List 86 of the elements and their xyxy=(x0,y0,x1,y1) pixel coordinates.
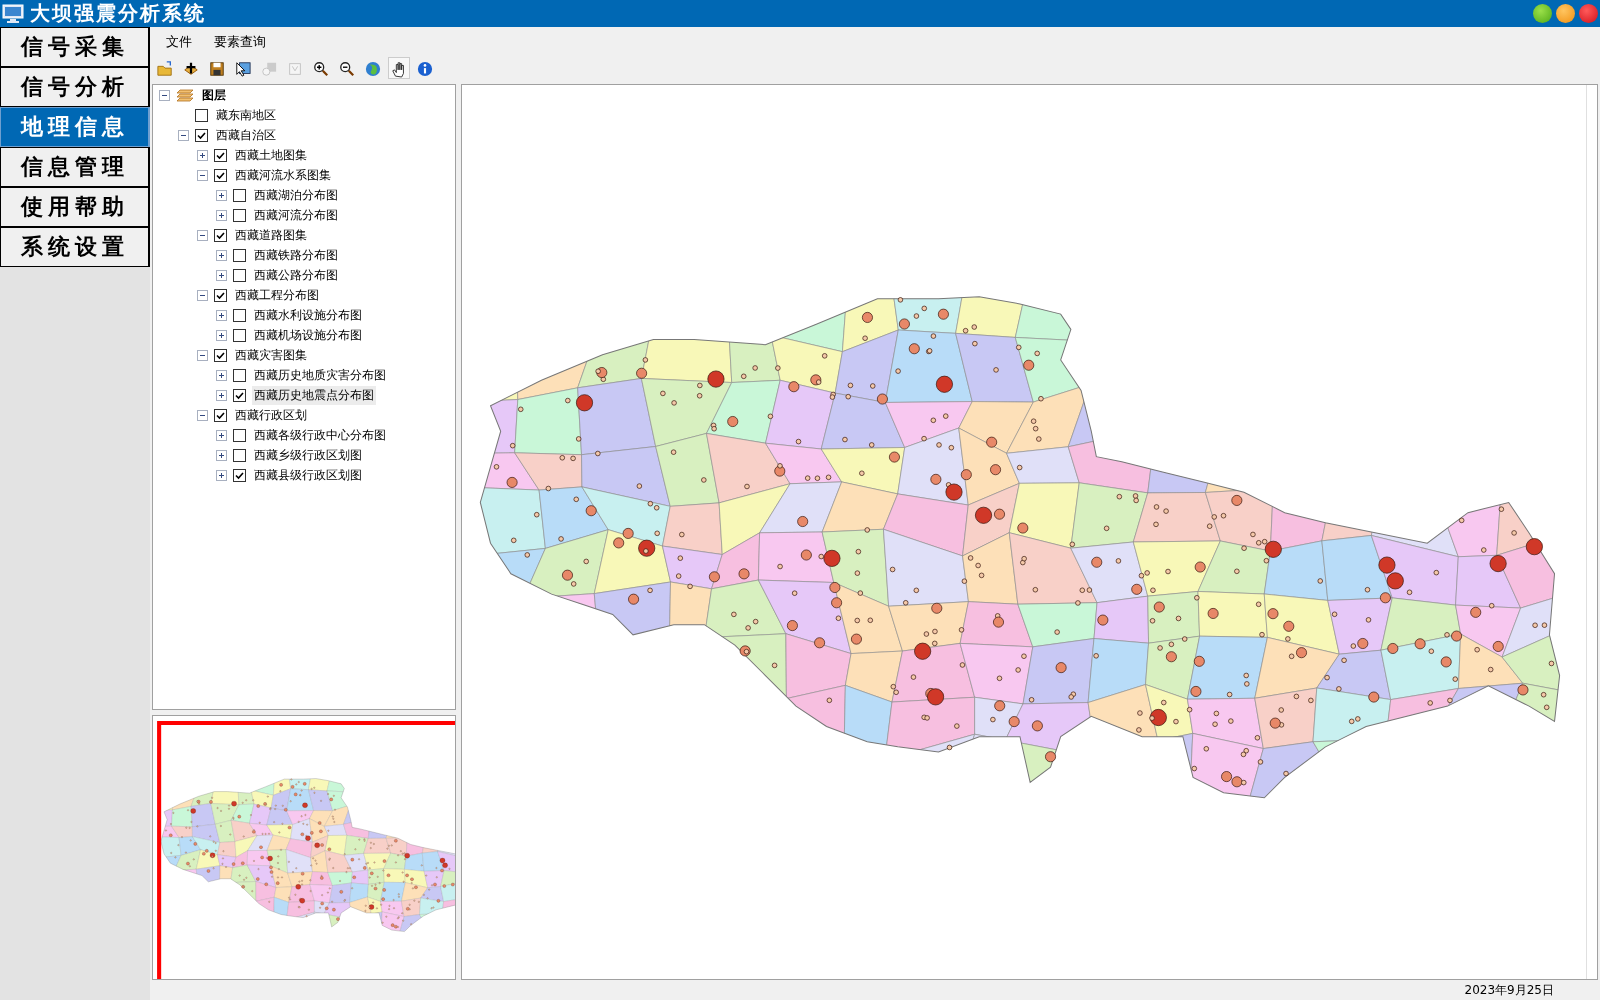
expand-toggle[interactable] xyxy=(216,329,227,341)
folder-icon xyxy=(157,60,173,78)
expand-toggle[interactable] xyxy=(216,209,227,221)
layer-label[interactable]: 西藏灾害图集 xyxy=(233,345,309,365)
map-frame-icon xyxy=(287,60,303,78)
layer-label[interactable]: 西藏县级行政区划图 xyxy=(252,465,364,485)
layer-label[interactable]: 西藏公路分布图 xyxy=(252,265,340,285)
status-date: 2023年9月25日 xyxy=(1464,981,1554,999)
nav-button[interactable]: 系统设置 xyxy=(0,227,150,267)
layer-group-label[interactable]: 图层 xyxy=(200,85,228,105)
collapse-toggle[interactable] xyxy=(197,289,208,301)
layer-label[interactable]: 西藏河流水系图集 xyxy=(233,165,333,185)
checkbox[interactable] xyxy=(233,428,246,442)
expand-toggle[interactable] xyxy=(197,149,208,161)
cursor-icon xyxy=(235,60,251,78)
layer-label[interactable]: 西藏行政区划 xyxy=(233,405,309,425)
expand-toggle[interactable] xyxy=(216,389,227,401)
expand-toggle[interactable] xyxy=(216,309,227,321)
checkbox[interactable] xyxy=(214,348,227,362)
expand-toggle[interactable] xyxy=(216,449,227,461)
checkbox[interactable] xyxy=(214,148,227,162)
menu-item[interactable]: 文件 xyxy=(166,33,192,51)
checkbox[interactable] xyxy=(195,128,208,142)
hand-tool[interactable] xyxy=(388,57,410,79)
layer-label[interactable]: 西藏河流分布图 xyxy=(252,205,340,225)
layer-label[interactable]: 西藏铁路分布图 xyxy=(252,245,340,265)
checkbox[interactable] xyxy=(214,228,227,242)
layer-label[interactable]: 西藏各级行政中心分布图 xyxy=(252,425,388,445)
layer-zoom-icon xyxy=(261,60,277,78)
expand-toggle[interactable] xyxy=(216,269,227,281)
checkbox[interactable] xyxy=(233,268,246,282)
info-icon xyxy=(417,60,433,78)
window-title: 大坝强震分析系统 xyxy=(30,0,207,27)
collapse-toggle[interactable] xyxy=(197,229,208,241)
expand-toggle[interactable] xyxy=(216,249,227,261)
layer-label[interactable]: 西藏道路图集 xyxy=(233,225,309,245)
layer-label[interactable]: 西藏自治区 xyxy=(214,125,278,145)
collapse-toggle[interactable] xyxy=(159,89,170,101)
layer-label[interactable]: 西藏工程分布图 xyxy=(233,285,321,305)
zoom-out-icon xyxy=(339,60,355,78)
nav-button[interactable]: 使用帮助 xyxy=(0,187,150,227)
hand-icon xyxy=(391,60,407,78)
globe-icon xyxy=(365,60,381,78)
checkbox[interactable] xyxy=(233,308,246,322)
nav-button[interactable]: 信号采集 xyxy=(0,27,150,67)
checkbox[interactable] xyxy=(195,108,208,122)
layer-label[interactable]: 西藏水利设施分布图 xyxy=(252,305,364,325)
checkbox[interactable] xyxy=(214,408,227,422)
checkbox[interactable] xyxy=(233,368,246,382)
layers-icon xyxy=(176,88,194,102)
plus-icon xyxy=(183,60,199,78)
extent-frame[interactable] xyxy=(157,721,455,979)
expand-toggle[interactable] xyxy=(216,469,227,481)
menu-item[interactable]: 要素查询 xyxy=(214,33,266,51)
maximize-button[interactable] xyxy=(1533,4,1552,23)
collapse-toggle[interactable] xyxy=(197,409,208,421)
collapse-toggle[interactable] xyxy=(178,129,189,141)
checkbox[interactable] xyxy=(214,168,227,182)
collapse-toggle[interactable] xyxy=(197,349,208,361)
checkbox[interactable] xyxy=(214,288,227,302)
zoom-in-icon xyxy=(313,60,329,78)
checkbox[interactable] xyxy=(233,208,246,222)
checkbox[interactable] xyxy=(233,248,246,262)
layer-label[interactable]: 西藏历史地质灾害分布图 xyxy=(252,365,388,385)
save-icon xyxy=(209,60,225,78)
layer-label[interactable]: 西藏乡级行政区划图 xyxy=(252,445,364,465)
collapse-toggle[interactable] xyxy=(197,169,208,181)
expand-toggle[interactable] xyxy=(216,429,227,441)
expand-toggle[interactable] xyxy=(216,369,227,381)
expand-toggle[interactable] xyxy=(216,189,227,201)
nav-button[interactable]: 信息管理 xyxy=(0,147,150,187)
nav-button[interactable]: 地理信息 xyxy=(0,107,150,147)
layer-label[interactable]: 西藏土地图集 xyxy=(233,145,309,165)
checkbox[interactable] xyxy=(233,468,246,482)
layer-label[interactable]: 西藏湖泊分布图 xyxy=(252,185,340,205)
layer-label[interactable]: 西藏机场设施分布图 xyxy=(252,325,364,345)
minimize-button[interactable] xyxy=(1556,4,1575,23)
checkbox[interactable] xyxy=(233,328,246,342)
earthquake-map-drawing[interactable] xyxy=(479,296,1561,799)
layer-label[interactable]: 藏东南地区 xyxy=(214,105,278,125)
layer-label[interactable]: 西藏历史地震点分布图 xyxy=(252,385,376,405)
checkbox[interactable] xyxy=(233,388,246,402)
checkbox[interactable] xyxy=(233,188,246,202)
checkbox[interactable] xyxy=(233,448,246,462)
monitor-icon xyxy=(2,3,24,24)
nav-button[interactable]: 信号分析 xyxy=(0,67,150,107)
